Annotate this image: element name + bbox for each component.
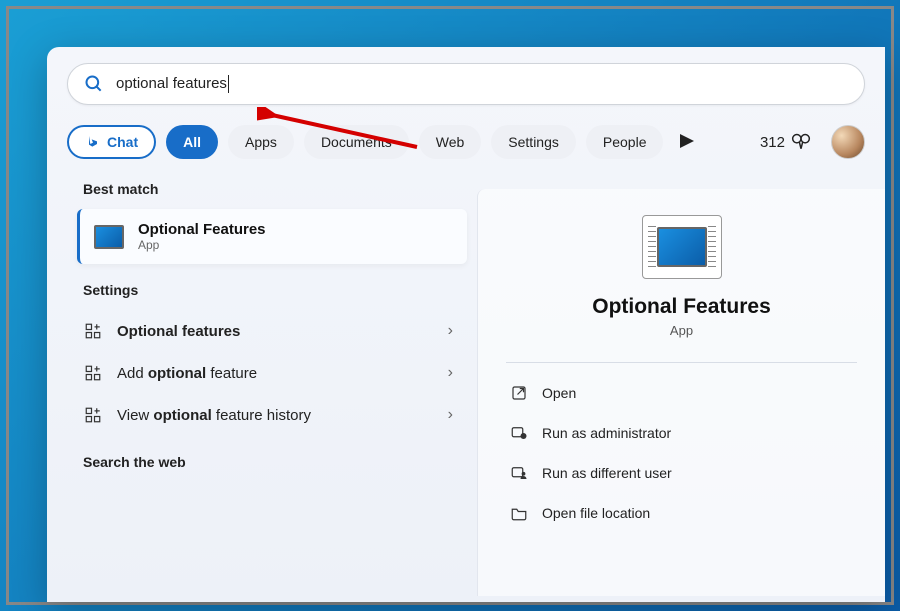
start-search-panel: optional features Chat All Apps Document… <box>47 47 885 602</box>
chevron-right-icon: › <box>448 406 453 424</box>
chat-chip[interactable]: Chat <box>67 125 156 159</box>
result-label: View optional feature history <box>117 407 434 424</box>
preview-pane: Optional Features App Open Run as admini… <box>477 189 885 596</box>
apps-chip[interactable]: Apps <box>228 125 294 159</box>
people-chip[interactable]: People <box>586 125 664 159</box>
app-icon <box>94 225 124 249</box>
grid-plus-icon <box>83 364 103 382</box>
result-label: Add optional feature <box>117 365 434 382</box>
grid-plus-icon <box>83 322 103 340</box>
action-open-file-location[interactable]: Open file location <box>506 493 857 533</box>
settings-chip[interactable]: Settings <box>491 125 576 159</box>
play-icon <box>680 134 694 148</box>
settings-result-optional-features[interactable]: Optional features › <box>77 310 467 352</box>
results-column: Best match Optional Features App Setting… <box>47 181 477 596</box>
settings-section-label: Settings <box>83 282 467 298</box>
search-input[interactable]: optional features <box>116 75 229 93</box>
result-label: Optional features <box>117 323 434 340</box>
bing-icon <box>85 134 101 150</box>
best-match-title: Optional Features <box>138 221 266 238</box>
search-icon <box>84 74 104 94</box>
preview-app-icon <box>642 215 722 279</box>
user-avatar[interactable] <box>831 125 865 159</box>
open-icon <box>510 384 528 402</box>
settings-result-view-optional-history[interactable]: View optional feature history › <box>77 394 467 436</box>
user-icon <box>510 464 528 482</box>
text-caret <box>228 75 229 93</box>
search-bar[interactable]: optional features <box>67 63 865 105</box>
action-run-admin[interactable]: Run as administrator <box>506 413 857 453</box>
grid-plus-icon <box>83 406 103 424</box>
documents-chip[interactable]: Documents <box>304 125 409 159</box>
preview-title: Optional Features <box>506 295 857 319</box>
chevron-right-icon: › <box>448 364 453 382</box>
shield-icon <box>510 424 528 442</box>
preview-subtitle: App <box>506 323 857 338</box>
more-filters-button[interactable] <box>673 132 701 153</box>
best-match-label: Best match <box>83 181 467 197</box>
best-match-result[interactable]: Optional Features App <box>77 209 467 264</box>
web-chip[interactable]: Web <box>419 125 482 159</box>
action-run-different-user[interactable]: Run as different user <box>506 453 857 493</box>
folder-icon <box>510 504 528 522</box>
all-chip[interactable]: All <box>166 125 218 159</box>
settings-result-add-optional-feature[interactable]: Add optional feature › <box>77 352 467 394</box>
best-match-subtitle: App <box>138 238 266 252</box>
chevron-right-icon: › <box>448 322 453 340</box>
divider <box>506 362 857 363</box>
search-web-label: Search the web <box>83 454 467 470</box>
rewards-points[interactable]: 312 <box>760 133 811 151</box>
rewards-icon <box>791 133 811 151</box>
action-open[interactable]: Open <box>506 373 857 413</box>
filter-row: Chat All Apps Documents Web Settings Peo… <box>67 125 865 159</box>
